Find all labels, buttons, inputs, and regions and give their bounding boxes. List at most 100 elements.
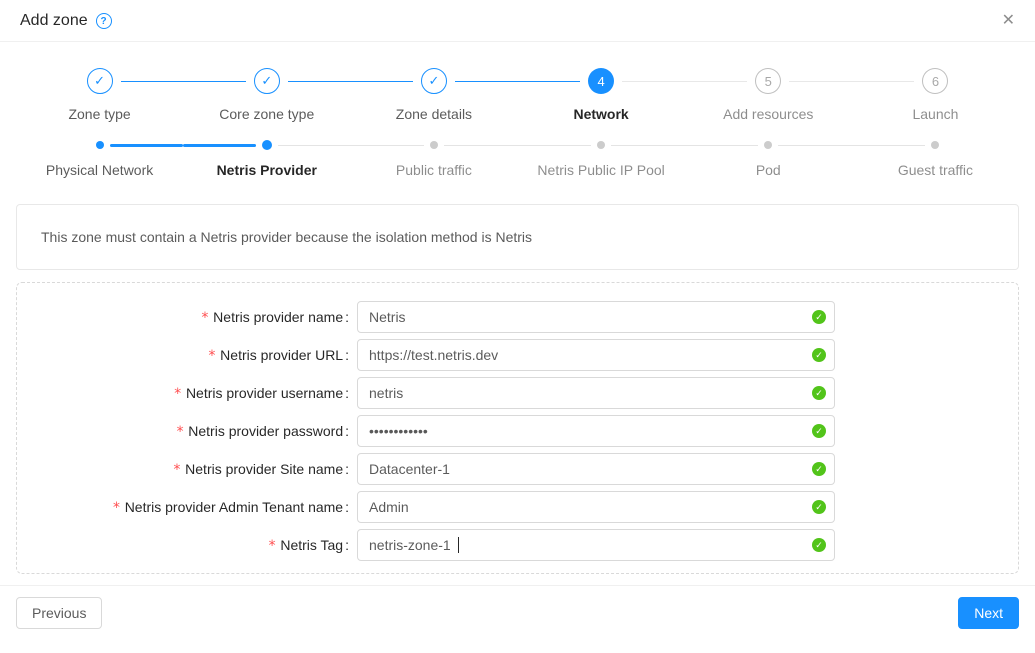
substep-dot-icon (931, 141, 939, 149)
step-number-icon: 4 (588, 68, 614, 94)
check-circle-icon: ✓ (421, 68, 447, 94)
substep-connector (16, 145, 90, 146)
form-row-provider-password: *Netris provider password ✓ (17, 415, 1018, 447)
required-asterisk: * (174, 386, 182, 402)
required-asterisk: * (112, 500, 120, 516)
substep-dot-icon (597, 141, 605, 149)
substep-label: Public traffic (396, 162, 472, 178)
substep-connector (350, 145, 424, 146)
substep-connector (444, 145, 518, 146)
substep-dot-icon (96, 141, 104, 149)
step-add-resources: 5 Add resources (685, 68, 852, 122)
netris-admin-tenant-name-input[interactable] (357, 491, 835, 523)
field-label: *Netris provider Site name (17, 461, 357, 478)
substep-dot-icon (764, 141, 772, 149)
step-connector (455, 81, 518, 82)
success-check-icon: ✓ (812, 424, 826, 438)
step-connector (622, 81, 685, 82)
substep-connector (110, 144, 184, 147)
form-row-admin-tenant-name: *Netris provider Admin Tenant name ✓ (17, 491, 1018, 523)
step-connector (350, 81, 413, 82)
dialog-footer: Previous Next (0, 585, 1035, 653)
netris-provider-name-input[interactable] (357, 301, 835, 333)
netris-provider-url-input[interactable] (357, 339, 835, 371)
step-connector (16, 81, 79, 82)
field-label: *Netris provider Admin Tenant name (17, 499, 357, 516)
netris-provider-password-input[interactable] (357, 415, 835, 447)
substep-label: Netris Public IP Pool (537, 162, 664, 178)
required-asterisk: * (201, 310, 209, 326)
field-label: *Netris Tag (17, 537, 357, 554)
help-icon[interactable]: ? (96, 13, 112, 29)
step-zone-details: ✓ Zone details (350, 68, 517, 122)
success-check-icon: ✓ (812, 348, 826, 362)
substep-label: Pod (756, 162, 781, 178)
substep-dot-icon (262, 140, 272, 150)
network-substepper: Physical Network Netris Provider Public … (16, 140, 1019, 178)
check-circle-icon: ✓ (254, 68, 280, 94)
step-label: Core zone type (219, 106, 314, 122)
substep-connector (278, 145, 351, 146)
wizard-stepper: ✓ Zone type ✓ Core zone type ✓ Zone deta… (16, 68, 1019, 122)
step-number-icon: 5 (755, 68, 781, 94)
step-connector (685, 81, 748, 82)
required-asterisk: * (268, 538, 276, 554)
step-connector (789, 81, 852, 82)
substep-netris-provider: Netris Provider (183, 140, 350, 178)
step-core-zone-type: ✓ Core zone type (183, 68, 350, 122)
step-connector (183, 81, 246, 82)
required-asterisk: * (173, 462, 181, 478)
substep-pod: Pod (685, 140, 852, 178)
substep-connector (778, 145, 852, 146)
step-connector (518, 81, 581, 82)
substep-label: Netris Provider (217, 162, 317, 178)
netris-provider-site-name-input[interactable] (357, 453, 835, 485)
substep-connector (183, 144, 256, 147)
required-asterisk: * (208, 348, 216, 364)
step-network: 4 Network (518, 68, 685, 122)
page-title: Add zone (20, 12, 88, 30)
isolation-notice: This zone must contain a Netris provider… (16, 204, 1019, 270)
close-icon[interactable]: ✕ (1002, 13, 1015, 29)
field-label: *Netris provider password (17, 423, 357, 440)
dialog-header: Add zone ? ✕ (0, 0, 1035, 42)
step-label: Add resources (723, 106, 813, 122)
next-button[interactable]: Next (958, 597, 1019, 629)
step-connector (288, 81, 351, 82)
substep-connector (945, 145, 1019, 146)
step-launch: 6 Launch (852, 68, 1019, 122)
required-asterisk: * (176, 424, 184, 440)
netris-provider-username-input[interactable] (357, 377, 835, 409)
substep-netris-public-ip-pool: Netris Public IP Pool (518, 140, 685, 178)
previous-button[interactable]: Previous (16, 597, 102, 629)
step-connector (121, 81, 184, 82)
success-check-icon: ✓ (812, 462, 826, 476)
substep-public-traffic: Public traffic (350, 140, 517, 178)
form-row-netris-tag: *Netris Tag ✓ (17, 529, 1018, 561)
success-check-icon: ✓ (812, 310, 826, 324)
substep-connector (518, 145, 592, 146)
isolation-notice-text: This zone must contain a Netris provider… (41, 229, 532, 245)
substep-dot-icon (430, 141, 438, 149)
step-label: Launch (912, 106, 958, 122)
field-label: *Netris provider name (17, 309, 357, 326)
success-check-icon: ✓ (812, 500, 826, 514)
field-label: *Netris provider username (17, 385, 357, 402)
form-row-provider-username: *Netris provider username ✓ (17, 377, 1018, 409)
substep-connector (611, 145, 685, 146)
netris-tag-input[interactable] (357, 529, 835, 561)
success-check-icon: ✓ (812, 538, 826, 552)
success-check-icon: ✓ (812, 386, 826, 400)
step-label: Zone details (396, 106, 472, 122)
step-label: Network (573, 106, 628, 122)
step-zone-type: ✓ Zone type (16, 68, 183, 122)
field-label: *Netris provider URL (17, 347, 357, 364)
step-connector (956, 81, 1019, 82)
step-number-icon: 6 (922, 68, 948, 94)
add-zone-dialog: Add zone ? ✕ ✓ Zone type ✓ Core zone typ… (0, 0, 1035, 653)
form-row-provider-site-name: *Netris provider Site name ✓ (17, 453, 1018, 485)
substep-label: Physical Network (46, 162, 153, 178)
text-cursor (458, 537, 459, 553)
substep-connector (685, 145, 759, 146)
step-label: Zone type (68, 106, 130, 122)
